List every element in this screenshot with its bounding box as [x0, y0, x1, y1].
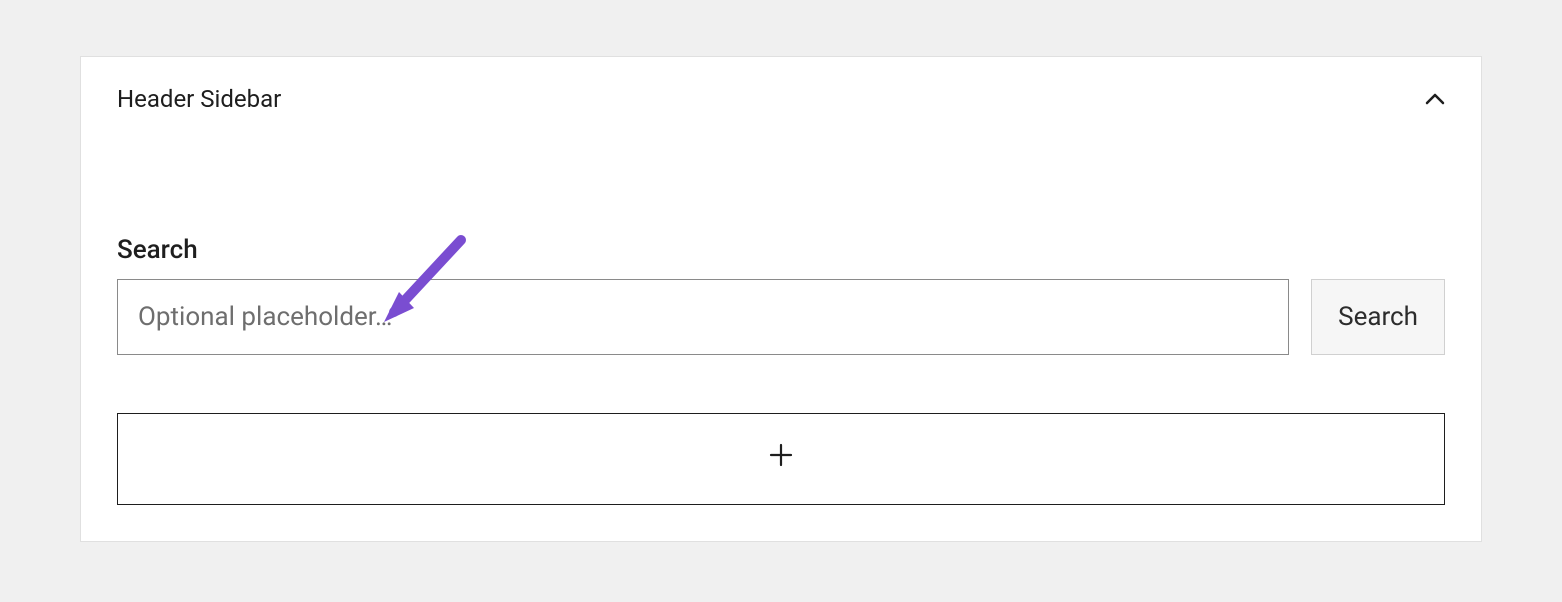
panel-header[interactable]: Header Sidebar	[81, 57, 1481, 135]
search-input[interactable]	[117, 279, 1289, 355]
search-row: Search	[117, 279, 1445, 355]
search-widget-label: Search	[117, 235, 1445, 265]
chevron-up-icon[interactable]	[1425, 89, 1445, 109]
panel-body: Search Search	[81, 235, 1481, 541]
panel-title: Header Sidebar	[117, 85, 281, 113]
plus-icon	[768, 442, 794, 476]
header-sidebar-panel: Header Sidebar Search Search	[80, 56, 1482, 542]
add-block-button[interactable]	[117, 413, 1445, 505]
search-button[interactable]: Search	[1311, 279, 1445, 355]
